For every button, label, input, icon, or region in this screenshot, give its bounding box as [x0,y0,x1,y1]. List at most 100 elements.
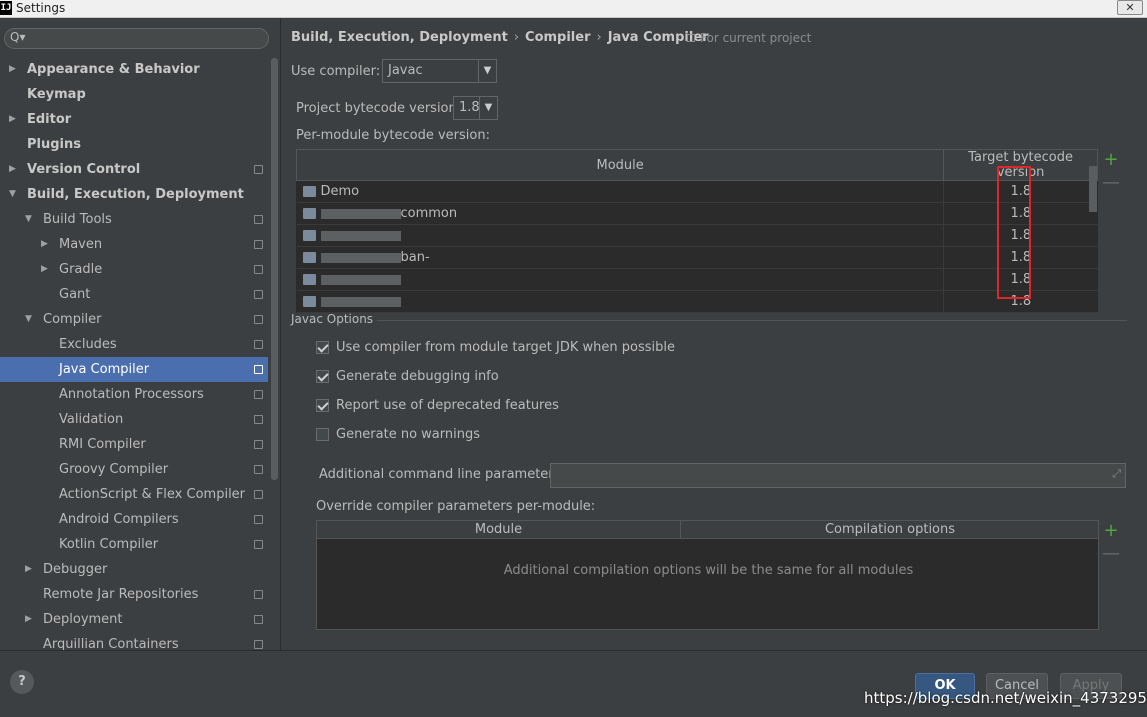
add-override-button[interactable]: + [1099,520,1123,541]
project-scope-icon [254,390,263,399]
expanded-arrow-icon[interactable]: ▼ [25,307,35,332]
settings-search-input[interactable]: Q▾ [4,28,269,49]
module-folder-icon [302,296,316,307]
sidebar-item[interactable]: ▶ Editor [0,107,268,132]
sidebar-item-label: Java Compiler [59,362,150,377]
collapsed-arrow-icon[interactable]: ▶ [25,557,35,582]
collapsed-arrow-icon[interactable]: ▶ [9,157,19,182]
search-icon: Q▾ [10,30,26,44]
module-cell[interactable] [296,290,944,313]
option-checkbox[interactable]: Use compiler from module target JDK when… [316,340,675,355]
collapsed-arrow-icon[interactable]: ▶ [41,232,51,257]
column-header-module[interactable]: Module [317,521,681,538]
sidebar-item[interactable]: RMI Compiler [0,432,268,457]
sidebar-item[interactable]: ▼ Compiler [0,307,268,332]
table-row[interactable]: ban- 1.8 [296,246,1098,269]
project-scope-icon [254,465,263,474]
window-title-bar: IJ Settings ✕ [0,0,1147,18]
column-header-module[interactable]: Module [295,149,945,181]
expanded-arrow-icon[interactable]: ▼ [25,207,35,232]
sidebar-item[interactable]: Validation [0,407,268,432]
table-row[interactable]: common 1.8 [296,202,1098,225]
sidebar-item[interactable]: Plugins [0,132,268,157]
table-row[interactable]: 1.8 [296,290,1098,313]
module-table-scrollbar[interactable] [1089,166,1097,212]
project-scope-icon [254,265,263,274]
sidebar-item[interactable]: Kotlin Compiler [0,532,268,557]
sidebar-item[interactable]: ▶ Maven [0,232,268,257]
sidebar-item[interactable]: Gant [0,282,268,307]
highlight-box [997,166,1031,299]
bytecode-version-label: Project bytecode version: [296,101,462,116]
divider [377,320,1127,321]
module-cell[interactable]: common [296,202,944,225]
sidebar-item[interactable]: ▶ Gradle [0,257,268,282]
sidebar-item-label: Plugins [27,137,81,152]
sidebar-item[interactable]: Java Compiler [0,357,268,382]
sidebar-item[interactable]: ▶ Version Control [0,157,268,182]
scope-note: For current project [687,31,811,45]
expanded-arrow-icon[interactable]: ▼ [9,182,19,207]
option-checkbox[interactable]: Generate no warnings [316,427,480,442]
checkbox-checked-icon[interactable] [316,341,329,354]
project-scope-icon [254,590,263,599]
module-folder-icon [302,208,316,219]
use-compiler-label: Use compiler: [291,64,381,79]
breadcrumb-separator: › [513,30,520,45]
checkbox-unchecked-icon[interactable] [316,428,329,441]
collapsed-arrow-icon[interactable]: ▶ [9,57,19,82]
collapsed-arrow-icon[interactable]: ▶ [9,107,19,132]
collapsed-arrow-icon[interactable]: ▶ [25,607,35,632]
sidebar-item-label: Build, Execution, Deployment [27,187,244,202]
project-scope-icon [254,365,263,374]
table-row[interactable]: Demo 1.8 [296,180,1098,203]
expand-icon[interactable]: ⤢ [1112,467,1121,481]
use-compiler-select[interactable]: Javac ▼ [382,59,497,83]
option-checkbox[interactable]: Report use of deprecated features [316,398,559,413]
sidebar-item[interactable]: ▶ Debugger [0,557,268,582]
sidebar-item-label: Maven [59,237,103,252]
bytecode-version-select[interactable]: 1.8 ▼ [453,96,498,120]
option-checkbox[interactable]: Generate debugging info [316,369,499,384]
module-cell[interactable] [296,268,944,291]
sidebar-item-label: Groovy Compiler [59,462,169,477]
sidebar-item[interactable]: ▶ Deployment [0,607,268,632]
checkbox-checked-icon[interactable] [316,399,329,412]
sidebar-item[interactable]: Remote Jar Repositories [0,582,268,607]
sidebar-item[interactable]: ActionScript & Flex Compiler [0,482,268,507]
help-button[interactable]: ? [10,670,34,694]
use-compiler-value: Javac [388,63,423,78]
override-table-header: Module Compilation options [317,521,1098,539]
sidebar-item[interactable]: ▶ Appearance & Behavior [0,57,268,82]
breadcrumb-part: Build, Execution, Deployment [291,30,508,45]
override-parameters-table: Module Compilation options Additional co… [316,520,1099,630]
sidebar-item-label: Keymap [27,87,86,102]
sidebar-item[interactable]: ▼ Build Tools [0,207,268,232]
sidebar-item-label: Validation [59,412,124,427]
module-cell[interactable] [296,224,944,247]
table-row[interactable]: 1.8 [296,268,1098,291]
sidebar-item[interactable]: Annotation Processors [0,382,268,407]
collapsed-arrow-icon[interactable]: ▶ [41,257,51,282]
module-cell[interactable]: Demo [296,180,944,203]
project-scope-icon [254,540,263,549]
sidebar-item[interactable]: Groovy Compiler [0,457,268,482]
sidebar-item[interactable]: ▼ Build, Execution, Deployment [0,182,268,207]
intellij-logo-icon: IJ [0,1,12,15]
sidebar-item[interactable]: Android Compilers [0,507,268,532]
cmdline-parameters-input[interactable]: ⤢ [550,463,1126,488]
project-scope-icon [254,215,263,224]
table-row[interactable]: 1.8 [296,224,1098,247]
add-module-button[interactable]: + [1099,149,1123,170]
remove-override-button[interactable]: — [1099,543,1123,564]
column-header-compilation-options[interactable]: Compilation options [682,521,1098,538]
sidebar-item[interactable]: Keymap [0,82,268,107]
sidebar-scrollbar[interactable] [271,58,278,480]
close-window-button[interactable]: ✕ [1117,0,1143,15]
project-scope-icon [254,515,263,524]
sidebar-item[interactable]: Excludes [0,332,268,357]
module-cell[interactable]: ban- [296,246,944,269]
module-bytecode-table: Module Target bytecode version Demo 1.8 co… [295,149,1098,313]
checkbox-checked-icon[interactable] [316,370,329,383]
remove-module-button[interactable]: — [1099,172,1123,193]
